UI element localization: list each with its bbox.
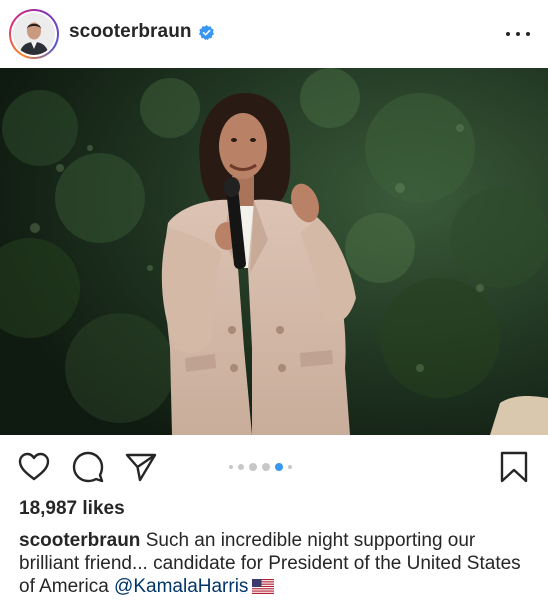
profile-avatar-ring[interactable] [9,9,59,59]
carousel-dot[interactable] [288,465,292,469]
post-header: scooterbraun [0,0,548,68]
verified-badge-icon [198,24,214,40]
carousel-indicator [229,463,297,471]
carousel-dot[interactable] [229,465,233,469]
post-caption: scooterbraun Such an incredible night su… [19,529,534,598]
bookmark-icon[interactable] [497,450,531,484]
post-image [0,68,548,435]
carousel-dot[interactable] [238,464,244,470]
more-options-icon[interactable] [506,24,530,44]
avatar-photo [13,13,55,55]
more-dot [506,32,510,36]
more-dot [516,32,520,36]
username-group: scooterbraun [69,21,214,43]
heart-icon[interactable] [17,450,51,484]
caption-username[interactable]: scooterbraun [19,530,140,551]
carousel-dot-active[interactable] [262,463,270,471]
avatar[interactable] [13,13,55,55]
mention-link[interactable]: @KamalaHarris [114,576,248,597]
send-icon[interactable] [124,450,158,484]
avatar-border [11,11,57,57]
likes-count[interactable]: 18,987 likes [19,498,125,520]
username-link[interactable]: scooterbraun [69,21,192,43]
carousel-dot-active[interactable] [249,463,257,471]
more-dot [526,32,530,36]
action-bar [0,440,548,492]
comment-icon[interactable] [71,450,105,484]
us-flag-icon [252,579,275,594]
post-photo[interactable] [0,68,548,435]
carousel-dot-active[interactable] [275,463,283,471]
